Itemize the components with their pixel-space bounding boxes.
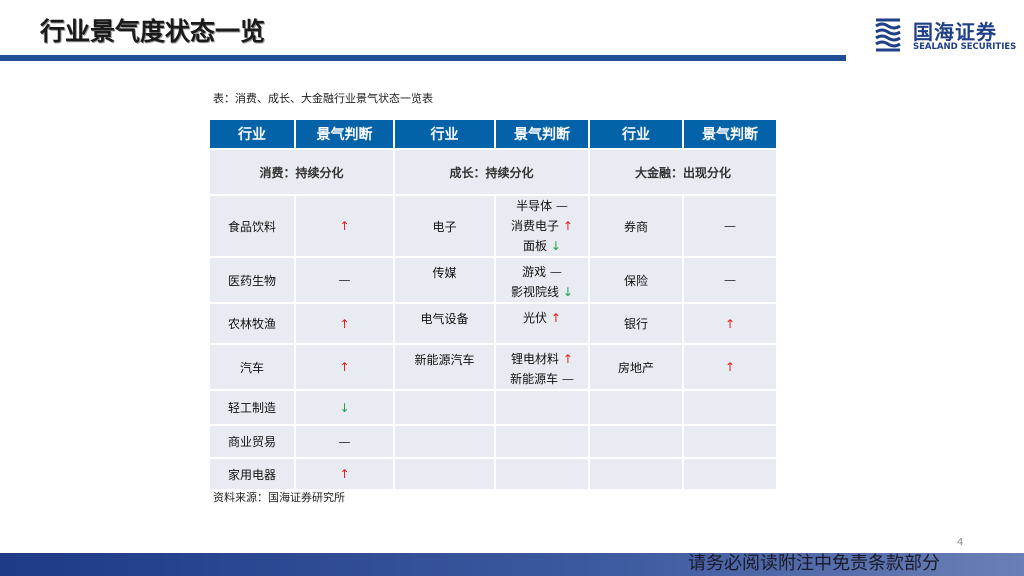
header-judgement: 景气判断	[294, 118, 395, 150]
sub-industry-list: 锂电材料 ↑ 新能源车 —	[494, 343, 590, 391]
trend-indicator: —	[549, 265, 562, 279]
sub-industry-name: 锂电材料	[511, 352, 560, 366]
industry-name: 农林牧渔	[208, 302, 296, 345]
empty-cell	[682, 424, 778, 459]
empty-cell	[588, 389, 684, 426]
trend-indicator: —	[561, 372, 574, 386]
sub-industry-name: 半导体	[516, 199, 553, 213]
header-industry: 行业	[393, 118, 496, 150]
trend-indicator: ↑	[562, 352, 573, 366]
sub-industry-name: 影视院线	[511, 285, 560, 299]
trend-indicator: ↑	[550, 311, 561, 325]
empty-cell	[393, 389, 496, 426]
section-consumer: 消费：持续分化	[208, 148, 395, 196]
empty-cell	[494, 457, 590, 491]
table-row: 商业贸易 —	[208, 424, 778, 459]
logo-english-name: SEALAND SECURITIES	[913, 42, 1017, 52]
logo-chinese-name: 国海证券	[913, 20, 997, 44]
industry-name: 汽车	[208, 343, 296, 391]
sub-industry-name: 面板	[523, 239, 548, 253]
sub-industry-list: 游戏 — 影视院线 ↓	[494, 256, 590, 304]
trend-indicator: ↑	[682, 343, 778, 391]
trend-indicator: —	[294, 256, 395, 304]
sealand-logo-icon	[875, 18, 901, 52]
industry-name: 银行	[588, 302, 684, 345]
table-row: 轻工制造 ↓	[208, 389, 778, 426]
sub-industry-item: 半导体 —	[496, 196, 588, 216]
industry-name: 券商	[588, 194, 684, 258]
sub-industry-list: 光伏 ↑	[494, 302, 590, 345]
trend-indicator: ↓	[562, 285, 573, 299]
table-header-row: 行业 景气判断 行业 景气判断 行业 景气判断	[208, 118, 778, 150]
table-row: 家用电器 ↑	[208, 457, 778, 491]
industry-name: 保险	[588, 256, 684, 304]
industry-name: 食品饮料	[208, 194, 296, 258]
trend-indicator: ↓	[294, 389, 395, 426]
source-note: 资料来源：国海证券研究所	[213, 491, 345, 504]
empty-cell	[393, 457, 496, 491]
sub-industry-item: 影视院线 ↓	[496, 282, 588, 302]
trend-indicator: ↑	[562, 219, 573, 233]
sub-industry-item: 锂电材料 ↑	[496, 349, 588, 369]
industry-name: 家用电器	[208, 457, 296, 491]
trend-indicator: —	[682, 194, 778, 258]
industry-name: 新能源汽车	[393, 343, 496, 391]
trend-indicator: ↑	[294, 343, 395, 391]
page-number: 4	[957, 537, 964, 548]
industry-name: 轻工制造	[208, 389, 296, 426]
table-caption: 表：消费、成长、大金融行业景气状态一览表	[213, 92, 433, 105]
empty-cell	[393, 424, 496, 459]
title-divider-bar	[0, 55, 846, 61]
trend-indicator: ↑	[294, 457, 395, 491]
header-industry: 行业	[208, 118, 296, 150]
sub-industry-item: 新能源车 —	[496, 369, 588, 389]
company-logo: 国海证券 SEALAND SECURITIES	[873, 16, 1018, 56]
empty-cell	[588, 457, 684, 491]
sub-industry-name: 游戏	[522, 265, 547, 279]
table-row: 农林牧渔 ↑ 电气设备 光伏 ↑ 银行 ↑	[208, 302, 778, 345]
section-finance: 大金融：出现分化	[588, 148, 778, 196]
empty-cell	[494, 424, 590, 459]
industry-name: 电子	[393, 194, 496, 258]
table-row: 医药生物 — 传媒 游戏 — 影视院线 ↓ 保险 —	[208, 256, 778, 304]
section-growth: 成长：持续分化	[393, 148, 590, 196]
industry-name: 电气设备	[393, 302, 496, 345]
industry-name: 传媒	[393, 256, 496, 304]
page-title: 行业景气度状态一览	[40, 17, 266, 46]
sub-industry-item: 消费电子 ↑	[496, 216, 588, 236]
header-judgement: 景气判断	[494, 118, 590, 150]
trend-indicator: ↑	[682, 302, 778, 345]
trend-indicator: —	[555, 199, 568, 213]
industry-name: 房地产	[588, 343, 684, 391]
industry-name: 医药生物	[208, 256, 296, 304]
header-industry: 行业	[588, 118, 684, 150]
empty-cell	[588, 424, 684, 459]
trend-indicator: ↑	[294, 194, 395, 258]
trend-indicator: ↑	[294, 302, 395, 345]
empty-cell	[682, 457, 778, 491]
sub-industry-name: 消费电子	[511, 219, 560, 233]
trend-indicator: —	[682, 256, 778, 304]
disclaimer-notice: 请务必阅读附注中免责条款部分	[688, 553, 940, 574]
sub-industry-name: 新能源车	[510, 372, 559, 386]
sub-industry-item: 光伏 ↑	[496, 308, 588, 328]
trend-indicator: ↓	[550, 239, 561, 253]
section-row: 消费：持续分化 成长：持续分化 大金融：出现分化	[208, 148, 778, 196]
sub-industry-item: 游戏 —	[496, 262, 588, 282]
table-row: 食品饮料 ↑ 电子 半导体 — 消费电子 ↑ 面板 ↓ 券商 —	[208, 194, 778, 258]
table-row: 汽车 ↑ 新能源汽车 锂电材料 ↑ 新能源车 — 房地产 ↑	[208, 343, 778, 391]
empty-cell	[494, 389, 590, 426]
sub-industry-item: 面板 ↓	[496, 236, 588, 256]
sub-industry-name: 光伏	[523, 311, 548, 325]
industry-sentiment-table: 行业 景气判断 行业 景气判断 行业 景气判断 消费：持续分化 成长：持续分化 …	[208, 118, 778, 491]
industry-name: 商业贸易	[208, 424, 296, 459]
trend-indicator: —	[294, 424, 395, 459]
empty-cell	[682, 389, 778, 426]
header-judgement: 景气判断	[682, 118, 778, 150]
sub-industry-list: 半导体 — 消费电子 ↑ 面板 ↓	[494, 194, 590, 258]
